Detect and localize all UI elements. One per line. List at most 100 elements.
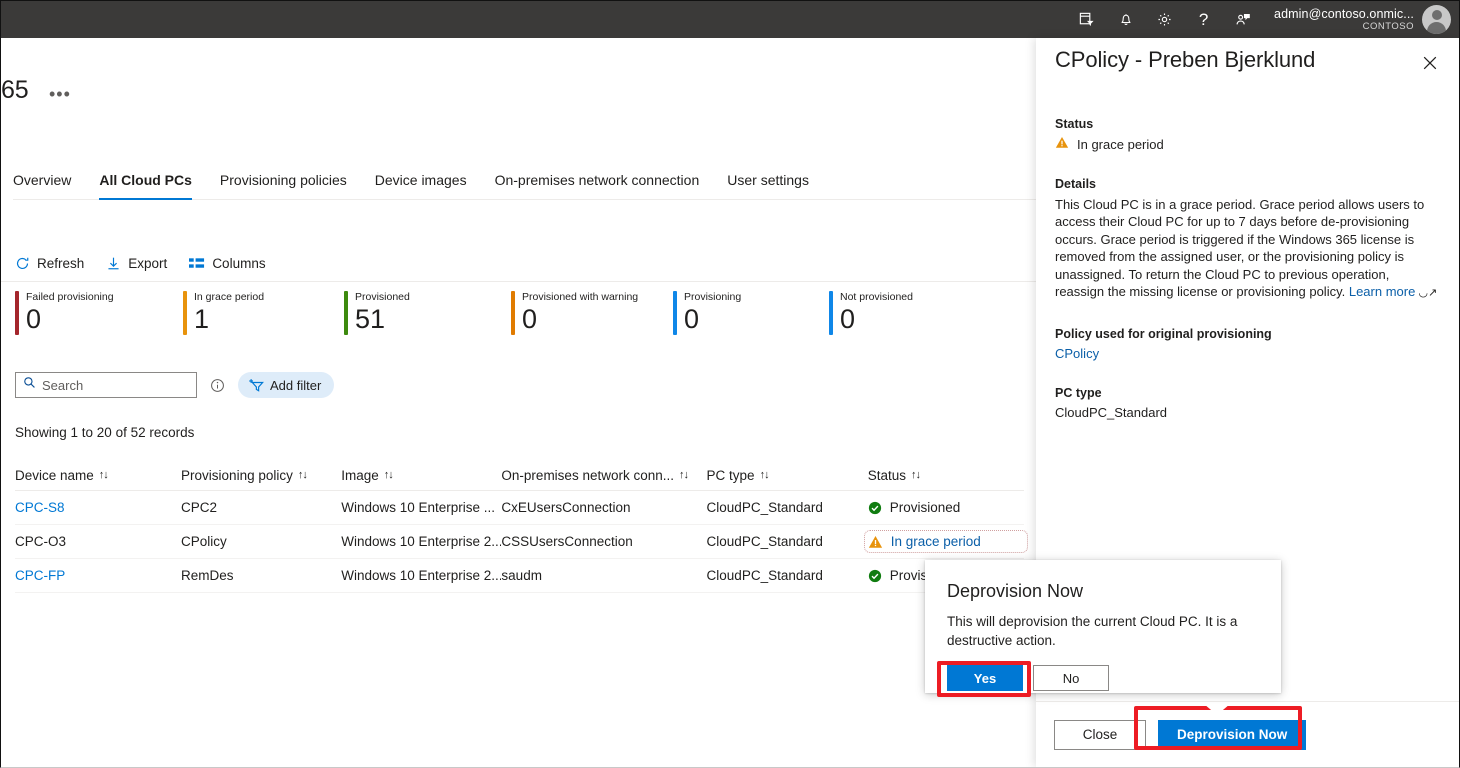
status-label: Provisioned bbox=[890, 500, 961, 515]
tile-provisioned[interactable]: Provisioned 51 bbox=[344, 291, 511, 335]
tab-bar: Overview All Cloud PCs Provisioning poli… bbox=[13, 158, 1038, 200]
columns-label: Columns bbox=[212, 256, 265, 271]
close-button[interactable]: Close bbox=[1054, 720, 1146, 750]
cell-image: Windows 10 Enterprise 2... bbox=[341, 568, 501, 583]
tile-value: 1 bbox=[194, 304, 264, 335]
columns-icon bbox=[189, 257, 205, 270]
details-section-label: Details bbox=[1055, 177, 1441, 191]
columns-button[interactable]: Columns bbox=[189, 256, 265, 271]
popup-title: Deprovision Now bbox=[947, 581, 1083, 602]
settings-gear-icon[interactable] bbox=[1145, 1, 1184, 38]
refresh-icon bbox=[15, 256, 30, 271]
table-row[interactable]: CPC-FP RemDes Windows 10 Enterprise 2...… bbox=[15, 559, 1024, 593]
tab-all-cloud-pcs[interactable]: All Cloud PCs bbox=[85, 172, 206, 199]
avatar[interactable] bbox=[1422, 5, 1451, 34]
main-content: 65 ••• Overview All Cloud PCs Provisioni… bbox=[1, 38, 1038, 767]
directory-filter-icon[interactable] bbox=[1067, 1, 1106, 38]
account-menu[interactable]: admin@contoso.onmic... CONTOSO bbox=[1262, 1, 1453, 38]
popup-message: This will deprovision the current Cloud … bbox=[947, 612, 1247, 650]
close-icon[interactable] bbox=[1417, 50, 1443, 76]
tab-user-settings[interactable]: User settings bbox=[713, 172, 823, 199]
confirm-yes-button[interactable]: Yes bbox=[947, 665, 1023, 691]
column-label: Provisioning policy bbox=[181, 468, 293, 483]
tab-device-images[interactable]: Device images bbox=[361, 172, 481, 199]
tile-label: Failed provisioning bbox=[26, 291, 114, 304]
page-title: 65 bbox=[1, 76, 28, 105]
refresh-button[interactable]: Refresh bbox=[15, 256, 84, 271]
cell-device-name[interactable]: CPC-S8 bbox=[15, 500, 181, 515]
add-filter-label: Add filter bbox=[270, 378, 321, 393]
pc-type-value: CloudPC_Standard bbox=[1055, 405, 1441, 420]
account-org: CONTOSO bbox=[1274, 21, 1414, 33]
page-more-actions-icon[interactable]: ••• bbox=[49, 84, 71, 105]
policy-link[interactable]: CPolicy bbox=[1055, 346, 1441, 361]
cell-network-connection: CSSUsersConnection bbox=[501, 534, 706, 549]
tile-failed-provisioning[interactable]: Failed provisioning 0 bbox=[15, 291, 183, 335]
tile-label: In grace period bbox=[194, 291, 264, 304]
top-bar-icon-group: ? admin@contoso.onmic... CONTOSO bbox=[1067, 1, 1453, 38]
sort-icon: ↑↓ bbox=[99, 469, 108, 481]
column-header-device-name[interactable]: Device name ↑↓ bbox=[15, 468, 181, 483]
app-window: ? admin@contoso.onmic... CONTOSO 65 ••• bbox=[0, 0, 1460, 768]
records-count: Showing 1 to 20 of 52 records bbox=[15, 425, 194, 440]
pc-type-section-label: PC type bbox=[1055, 386, 1441, 400]
export-button[interactable]: Export bbox=[106, 256, 167, 271]
table-row[interactable]: CPC-O3 CPolicy Windows 10 Enterprise 2..… bbox=[15, 525, 1024, 559]
column-header-provisioning-policy[interactable]: Provisioning policy ↑↓ bbox=[181, 468, 341, 483]
tab-provisioning-policies[interactable]: Provisioning policies bbox=[206, 172, 361, 199]
cell-pc-type: CloudPC_Standard bbox=[707, 534, 868, 549]
panel-title: CPolicy - Preben Bjerklund bbox=[1055, 47, 1315, 73]
cell-image: Windows 10 Enterprise ... bbox=[341, 500, 501, 515]
column-header-status[interactable]: Status ↑↓ bbox=[868, 468, 1024, 483]
cell-network-connection: saudm bbox=[501, 568, 706, 583]
confirm-no-button[interactable]: No bbox=[1033, 665, 1109, 691]
policy-section-label: Policy used for original provisioning bbox=[1055, 327, 1441, 341]
tile-value: 0 bbox=[684, 304, 741, 335]
tab-overview[interactable]: Overview bbox=[13, 172, 85, 199]
column-header-on-premises-network-connection[interactable]: On-premises network conn... ↑↓ bbox=[501, 468, 706, 483]
external-link-icon[interactable]: ◡↗ bbox=[1415, 287, 1437, 299]
info-icon[interactable] bbox=[210, 378, 225, 393]
command-bar-divider bbox=[1, 281, 1038, 282]
cell-provisioning-policy: RemDes bbox=[181, 568, 341, 583]
tile-label: Not provisioned bbox=[840, 291, 913, 304]
cell-status[interactable]: In grace period bbox=[868, 534, 1024, 549]
feedback-icon[interactable] bbox=[1223, 1, 1262, 38]
help-glyph: ? bbox=[1199, 11, 1208, 28]
column-label: Status bbox=[868, 468, 906, 483]
tile-in-grace-period[interactable]: In grace period 1 bbox=[183, 291, 344, 335]
sort-icon: ↑↓ bbox=[911, 469, 920, 481]
help-question-icon[interactable]: ? bbox=[1184, 1, 1223, 38]
sort-icon: ↑↓ bbox=[760, 469, 769, 481]
column-header-image[interactable]: Image ↑↓ bbox=[341, 468, 501, 483]
learn-more-link[interactable]: Learn more bbox=[1349, 284, 1415, 299]
tile-value: 51 bbox=[355, 304, 410, 335]
popup-button-row: Yes No bbox=[947, 665, 1109, 691]
table-row[interactable]: CPC-S8 CPC2 Windows 10 Enterprise ... Cx… bbox=[15, 491, 1024, 525]
search-box[interactable] bbox=[15, 372, 197, 398]
cell-device-name[interactable]: CPC-FP bbox=[15, 568, 181, 583]
tile-value: 0 bbox=[522, 304, 638, 335]
tab-on-premises-network-connection[interactable]: On-premises network connection bbox=[481, 172, 714, 199]
column-label: PC type bbox=[707, 468, 755, 483]
cell-status[interactable]: Provisioned bbox=[868, 500, 1024, 515]
cell-provisioning-policy: CPC2 bbox=[181, 500, 341, 515]
tile-provisioning[interactable]: Provisioning 0 bbox=[673, 291, 829, 335]
tile-label: Provisioned with warning bbox=[522, 291, 638, 304]
deprovision-now-button[interactable]: Deprovision Now bbox=[1158, 720, 1306, 750]
tile-provisioned-with-warning[interactable]: Provisioned with warning 0 bbox=[511, 291, 673, 335]
cell-device-name[interactable]: CPC-O3 bbox=[15, 534, 181, 549]
table-header-row: Device name ↑↓ Provisioning policy ↑↓ Im… bbox=[15, 460, 1024, 491]
status-summary-tiles: Failed provisioning 0 In grace period 1 … bbox=[15, 291, 1038, 335]
filter-row: Add filter bbox=[15, 372, 334, 398]
sort-icon: ↑↓ bbox=[298, 469, 307, 481]
refresh-label: Refresh bbox=[37, 256, 84, 271]
notifications-bell-icon[interactable] bbox=[1106, 1, 1145, 38]
column-header-pc-type[interactable]: PC type ↑↓ bbox=[707, 468, 868, 483]
add-filter-button[interactable]: Add filter bbox=[238, 372, 334, 398]
tile-label: Provisioned bbox=[355, 291, 410, 304]
tile-not-provisioned[interactable]: Not provisioned 0 bbox=[829, 291, 913, 335]
account-email: admin@contoso.onmic... bbox=[1274, 7, 1414, 21]
cell-network-connection: CxEUsersConnection bbox=[501, 500, 706, 515]
search-input[interactable] bbox=[42, 378, 189, 393]
